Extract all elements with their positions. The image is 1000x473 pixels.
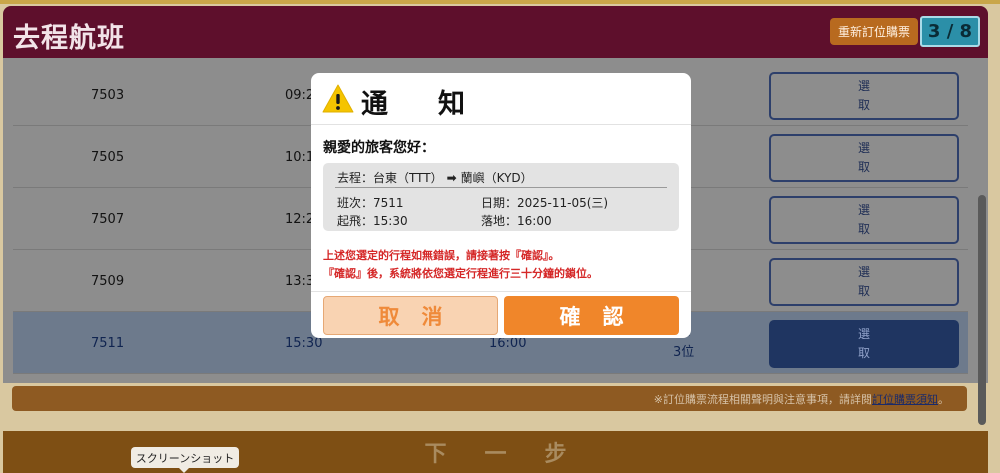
select-label-2: 取 [857, 98, 870, 112]
select-label-2: 取 [857, 160, 870, 174]
itinerary-arrival: 落地：16:00 [481, 214, 552, 228]
screenshot-tooltip: スクリーンショット [131, 447, 239, 468]
seat-line-2: 3位 [673, 345, 695, 360]
booking-terms-link[interactable]: 訂位購票須知 [872, 391, 938, 407]
step-indicator: 3 / 8 [920, 16, 980, 47]
select-flight-button[interactable]: 選 取 [769, 258, 959, 306]
select-flight-button[interactable]: 選 取 [769, 196, 959, 244]
notice-dialog: 通知 親愛的旅客您好： 去程：台東（TTT） ➡ 蘭嶼（KYD） 班次：7511… [311, 73, 691, 338]
itinerary-box: 去程：台東（TTT） ➡ 蘭嶼（KYD） 班次：7511 日期：2025-11-… [323, 163, 679, 231]
itinerary-flight: 班次：7511 [337, 196, 404, 210]
confirm-button[interactable]: 確認 [504, 296, 679, 335]
select-flight-button[interactable]: 選 取 [769, 320, 959, 368]
itinerary-date: 日期：2025-11-05(三) [481, 196, 609, 210]
flight-number: 7509 [91, 273, 125, 289]
cancel-button[interactable]: 取消 [323, 296, 498, 335]
notice-text: ※訂位購票流程相關聲明與注意事項，請詳閱 [653, 392, 872, 406]
warning-icon [322, 84, 354, 113]
page-title: 去程航班 [13, 23, 125, 54]
select-label-1: 選 [857, 203, 870, 217]
divider [335, 187, 667, 188]
warning-text-1: 上述您選定的行程如無錯誤，請接著按『確認』。 [323, 249, 560, 262]
itinerary-departure: 起飛：15:30 [337, 214, 408, 228]
route-destination: 蘭嶼（KYD） [460, 171, 533, 185]
dialog-title: 通知 [361, 89, 515, 120]
rebook-button[interactable]: 重新訂位購票 [830, 18, 918, 45]
notice-suffix: 。 [938, 392, 949, 406]
flight-number: 7507 [91, 211, 125, 227]
select-label-1: 選 [857, 327, 870, 341]
select-flight-button[interactable]: 選 取 [769, 134, 959, 182]
flight-number: 7511 [91, 335, 125, 351]
dialog-greeting: 親愛的旅客您好： [323, 140, 435, 156]
flight-number: 7505 [91, 149, 125, 165]
dialog-header: 通知 [311, 73, 691, 125]
warning-text-2: 『確認』後，系統將依您選定行程進行三十分鐘的鎖位。 [323, 267, 598, 280]
scrollbar[interactable] [978, 195, 986, 425]
route-origin: 去程：台東（TTT） [337, 171, 443, 185]
dialog-divider [311, 291, 691, 292]
tooltip-arrow [178, 467, 190, 473]
select-label-1: 選 [857, 79, 870, 93]
select-label-1: 選 [857, 141, 870, 155]
select-label-2: 取 [857, 222, 870, 236]
flight-number: 7503 [91, 87, 125, 103]
page-header: 去程航班 重新訂位購票 3 / 8 [3, 6, 988, 58]
notice-bar: ※訂位購票流程相關聲明與注意事項，請詳閱 訂位購票須知 。 [12, 386, 967, 411]
select-flight-button[interactable]: 選 取 [769, 72, 959, 120]
top-strip [0, 0, 1000, 4]
arrow-right-icon: ➡ [446, 170, 457, 185]
route-line: 去程：台東（TTT） ➡ 蘭嶼（KYD） [337, 169, 533, 186]
select-label-1: 選 [857, 265, 870, 279]
select-label-2: 取 [857, 346, 870, 360]
select-label-2: 取 [857, 284, 870, 298]
